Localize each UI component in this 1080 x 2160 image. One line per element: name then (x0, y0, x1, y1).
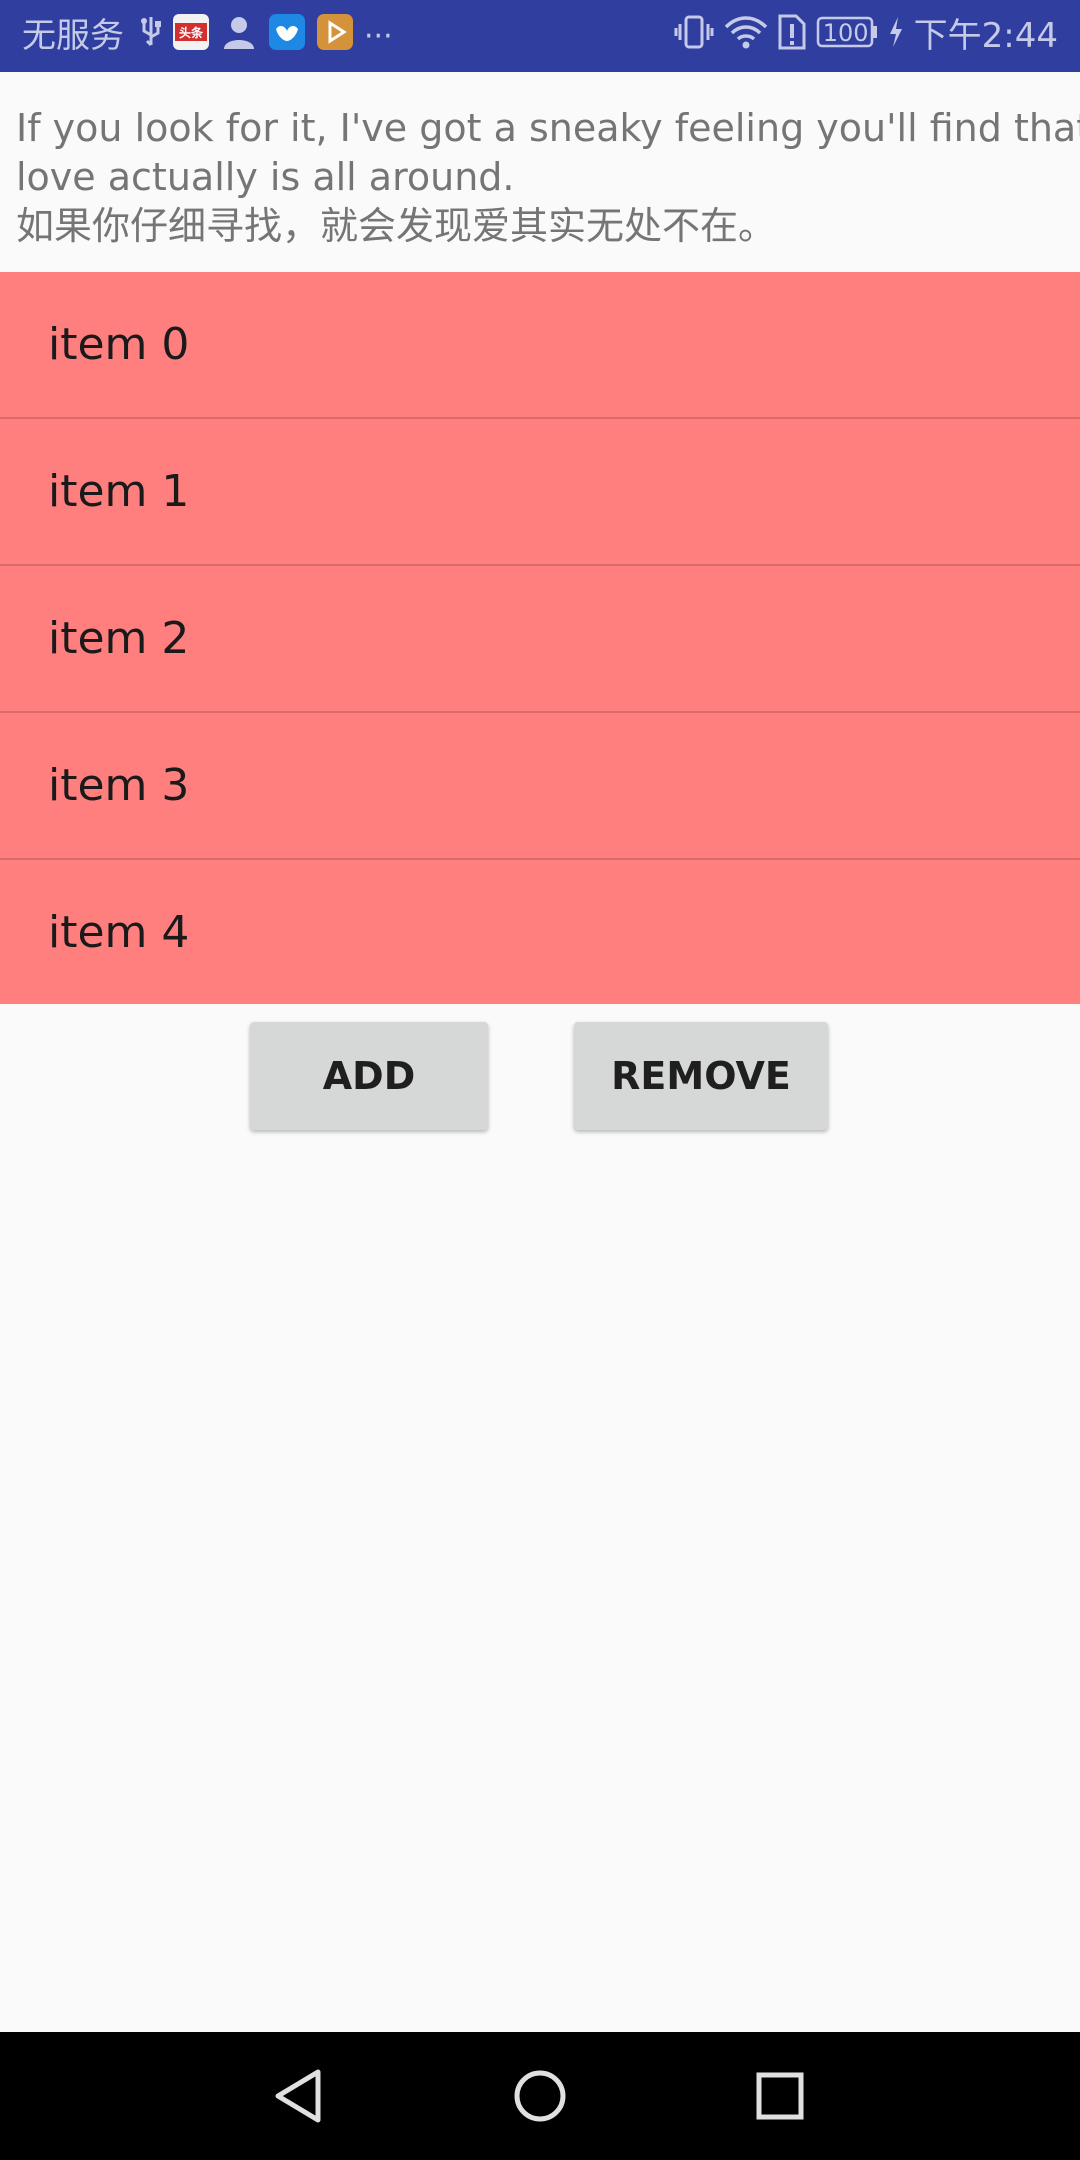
wifi-icon (724, 15, 768, 58)
charging-icon (888, 15, 904, 58)
bird-app-icon (268, 13, 306, 60)
quote-line-3: 如果你仔细寻找，就会发现爱其实无处不在。 (16, 204, 777, 248)
system-icons: 100 下午2:44 (664, 14, 1058, 58)
status-bar: 无服务 头条 ··· 100 下午2:44 (0, 0, 1080, 72)
battery-level: 100 (822, 18, 869, 47)
list-item[interactable]: item 2 (0, 566, 1080, 711)
remove-button[interactable]: REMOVE (574, 1022, 828, 1130)
list-item-label: item 4 (48, 907, 190, 958)
recents-icon[interactable] (740, 2056, 820, 2136)
battery-icon: 100 (816, 15, 878, 58)
vibrate-icon (674, 14, 714, 59)
list-item-label: item 2 (48, 613, 190, 664)
home-icon[interactable] (500, 2056, 580, 2136)
add-button[interactable]: ADD (250, 1022, 488, 1130)
notification-icons: 头条 ··· (140, 13, 403, 60)
carrier-label: 无服务 (22, 16, 124, 56)
navigation-bar (0, 2032, 1080, 2160)
quote-line-1: If you look for it, I've got a sneaky fe… (16, 106, 1080, 150)
svg-text:头条: 头条 (179, 25, 204, 40)
list-item[interactable]: item 0 (0, 272, 1080, 417)
contacts-app-icon (220, 13, 258, 60)
list-item-label: item 1 (48, 466, 190, 517)
toutiao-app-icon: 头条 (172, 13, 210, 60)
list-item[interactable]: item 3 (0, 713, 1080, 858)
list-item-label: item 3 (48, 760, 190, 811)
overflow-indicator: ··· (364, 18, 393, 54)
video-app-icon (316, 13, 354, 60)
quote-line-2: love actually is all around. (16, 155, 515, 199)
list-item[interactable]: item 1 (0, 419, 1080, 564)
sim-alert-icon (778, 14, 806, 59)
usb-icon (140, 15, 162, 58)
list-item[interactable]: item 4 (0, 860, 1080, 1005)
back-icon[interactable] (260, 2056, 340, 2136)
list-item-label: item 0 (48, 319, 190, 370)
clock: 下午2:44 (913, 16, 1058, 56)
item-list: item 0 item 1 item 2 item 3 item 4 (0, 272, 1080, 1004)
quote-text: If you look for it, I've got a sneaky fe… (16, 104, 1080, 251)
